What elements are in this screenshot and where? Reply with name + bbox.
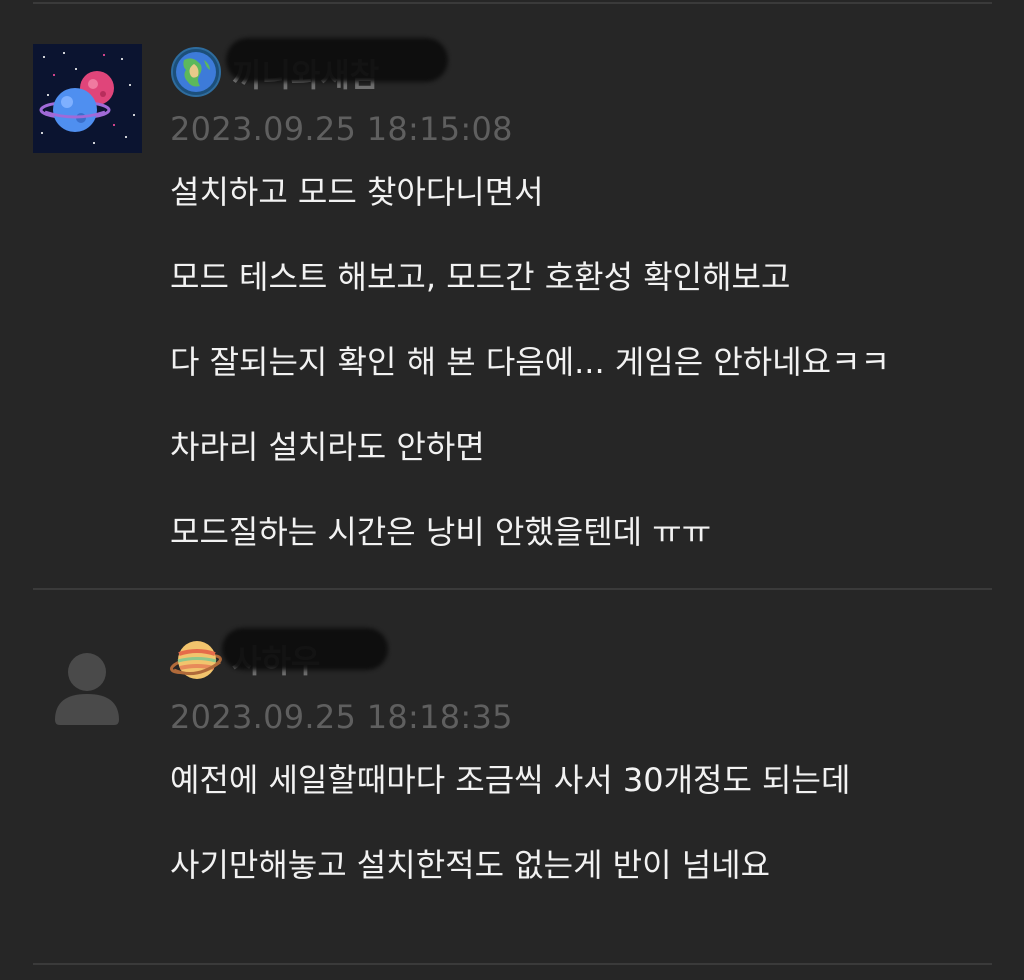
- comment-body: 예전에 세일할때마다 조금씩 사서 30개정도 되는데 사기만해놓고 설치한적도…: [170, 758, 850, 928]
- divider: [33, 588, 992, 590]
- avatar[interactable]: [33, 44, 142, 153]
- comment-thread: 끼니와새참 2023.09.25 18:15:08 설치하고 모드 찾아다니면서…: [0, 0, 1024, 980]
- timestamp: 2023.09.25 18:18:35: [170, 698, 513, 736]
- redaction-mask: [222, 628, 388, 670]
- divider: [33, 963, 992, 965]
- avatar[interactable]: [33, 632, 142, 741]
- comment-line: 설치하고 모드 찾아다니면서: [170, 173, 544, 211]
- default-user-icon: [55, 653, 119, 725]
- comment-line: 사기만해놓고 설치한적도 없는게 반이 넘네요: [170, 846, 771, 884]
- timestamp: 2023.09.25 18:15:08: [170, 110, 513, 148]
- comment-body: 설치하고 모드 찾아다니면서 모드 테스트 해보고, 모드간 호환성 확인해보고…: [170, 170, 890, 595]
- comment-line: 다 잘되는지 확인 해 본 다음에... 게임은 안하네요ㅋㅋ: [170, 343, 890, 381]
- comment-line: 차라리 설치라도 안하면: [170, 428, 485, 466]
- comment-line: 모드질하는 시간은 낭비 안했을텐데 ㅠㅠ: [170, 513, 712, 551]
- divider: [33, 2, 992, 4]
- comment-line: 예전에 세일할때마다 조금씩 사서 30개정도 되는데: [170, 761, 851, 799]
- redaction-mask: [226, 38, 448, 82]
- planets-avatar: [33, 44, 142, 153]
- earth-badge-icon: [170, 46, 222, 98]
- saturn-badge-icon: [170, 634, 222, 686]
- comment-line: 모드 테스트 해보고, 모드간 호환성 확인해보고: [170, 258, 791, 296]
